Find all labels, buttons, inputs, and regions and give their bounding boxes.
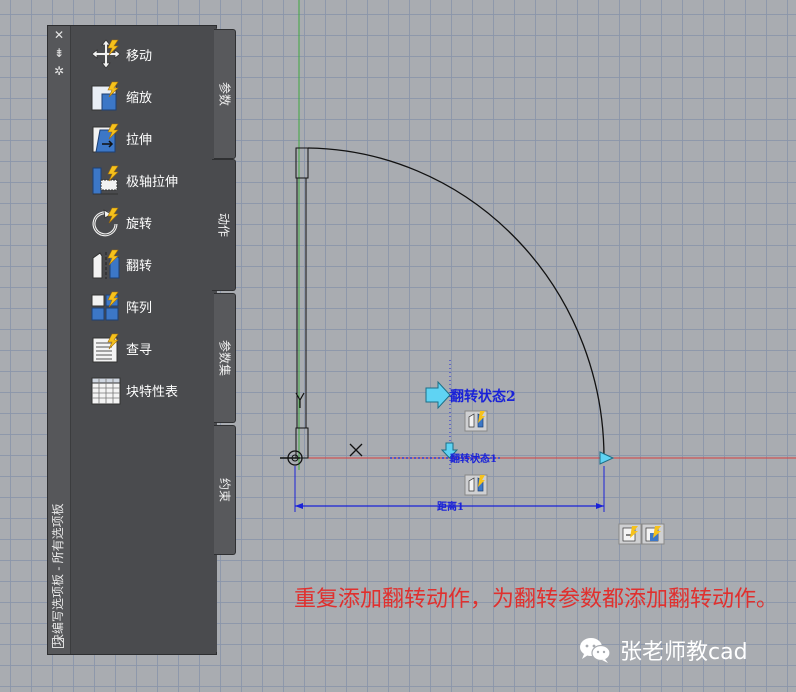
- door-leaf: [296, 177, 307, 429]
- flip-state-2-label: 翻转状态2: [450, 388, 516, 405]
- door-bottom-frame: [295, 427, 309, 459]
- wechat-icon: [578, 636, 612, 664]
- flip-action-badge-2[interactable]: [464, 474, 488, 496]
- flip-action-badge-1[interactable]: [464, 410, 488, 432]
- flip-state-1-label: 翻转状态1: [450, 452, 497, 465]
- door-swing-arc: [307, 147, 605, 459]
- door-top-frame: [295, 147, 309, 179]
- flip-grip-arrow-2[interactable]: [425, 380, 451, 410]
- watermark: 张老师教cad: [578, 634, 748, 666]
- ucs-x-label: [349, 443, 363, 457]
- watermark-text: 张老师教cad: [620, 640, 748, 665]
- distance-parameter-label: 距离1: [437, 500, 464, 513]
- action-badge-group[interactable]: [618, 523, 665, 545]
- instruction-caption: 重复添加翻转动作，为翻转参数都添加翻转动作。: [294, 587, 779, 612]
- distance-grip[interactable]: [599, 451, 615, 465]
